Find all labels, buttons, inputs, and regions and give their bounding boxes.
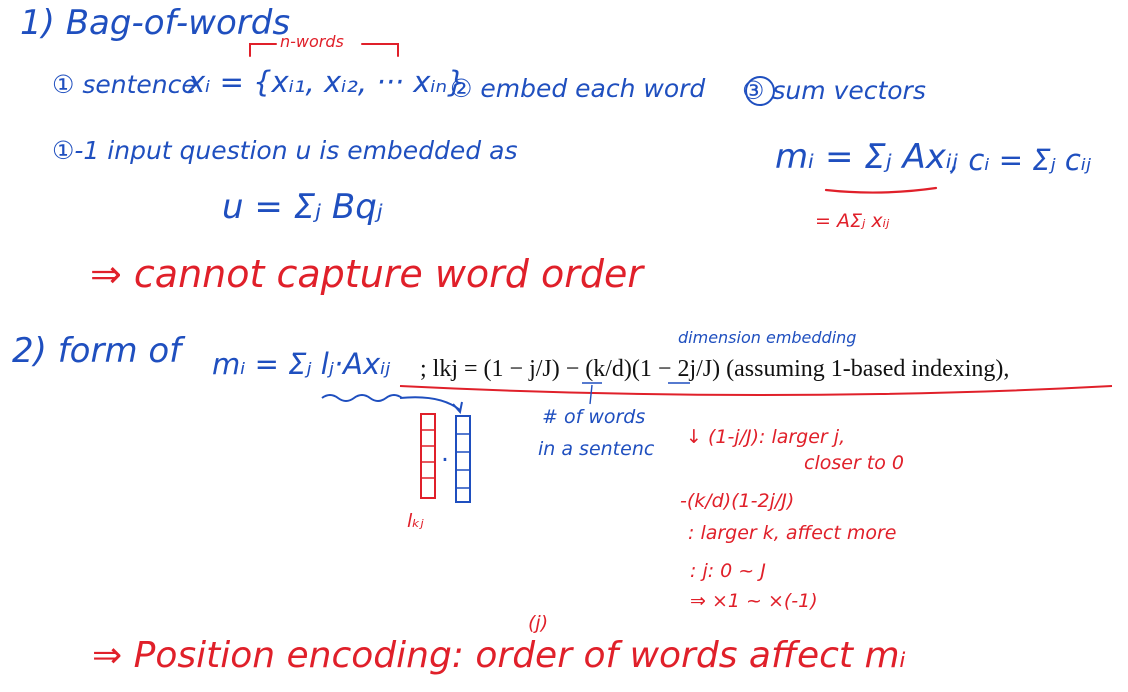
ink-strokes bbox=[249, 43, 1113, 503]
